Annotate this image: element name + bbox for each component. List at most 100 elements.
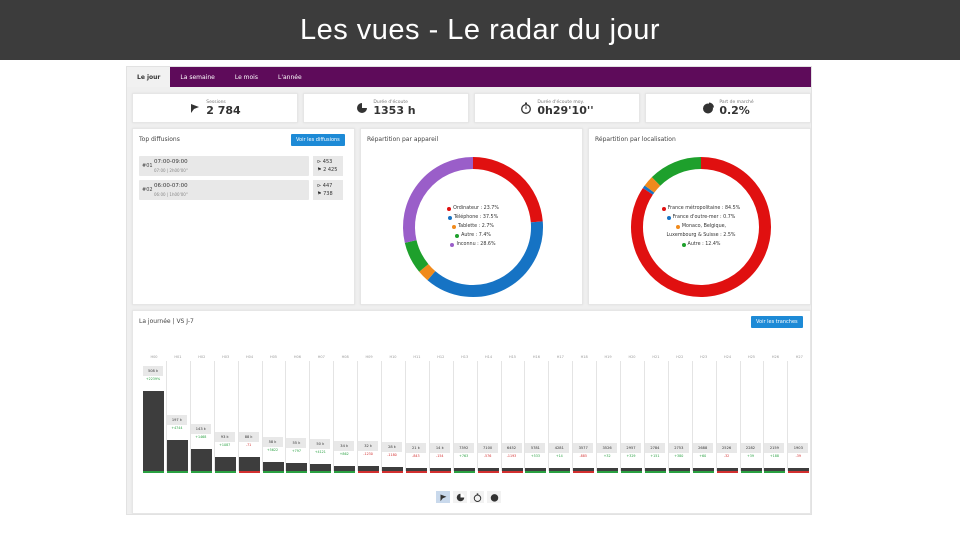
stopwatch-icon <box>473 492 481 502</box>
bar[interactable] <box>286 463 308 471</box>
views-count: ⊳ 447 <box>317 183 333 189</box>
top-diffusions-card: Top diffusions Voir les diffusions #01 0… <box>132 128 355 305</box>
delta-label: +188 <box>769 454 779 458</box>
list-item[interactable]: #01 07:00-09:00 07:00 | 2h00'00'' <box>139 156 309 176</box>
legend-item: Autre : 12.4% <box>641 240 761 249</box>
bar[interactable] <box>238 457 260 471</box>
bar-trend-indicator <box>692 471 714 473</box>
market-share-metric-button[interactable] <box>487 491 501 503</box>
voir-diffusions-button[interactable]: Voir les diffusions <box>291 134 345 146</box>
bar-trend-indicator <box>453 471 475 473</box>
legend-item: Monaco, Belgique, <box>641 222 761 231</box>
bar-trend-indicator <box>668 471 690 473</box>
bar[interactable] <box>190 448 212 471</box>
column-label: H24 <box>724 355 732 359</box>
tab-le-jour[interactable]: Le jour <box>127 67 171 87</box>
donut-segment <box>419 263 436 281</box>
column-label: H22 <box>676 355 684 359</box>
column-label: H01 <box>174 355 182 359</box>
value-label: 3526 <box>597 443 618 453</box>
column-label: H21 <box>652 355 660 359</box>
delta-label: +39 <box>747 454 754 458</box>
delta-label: -71 <box>245 443 252 448</box>
shares-count: ⚑ 2 425 <box>317 167 338 173</box>
value-label: 2688 <box>692 443 713 453</box>
rank: #02 <box>142 187 153 193</box>
column-separator <box>237 361 239 471</box>
value-label: 508 k <box>143 366 163 376</box>
location-card: Répartition par localisation France métr… <box>588 128 811 305</box>
tab-la-semaine[interactable]: La semaine <box>170 67 224 87</box>
duration-metric-button[interactable] <box>453 491 467 503</box>
value-label: 197 k <box>166 414 187 425</box>
delta-label: +2239% <box>145 377 161 381</box>
column-label: H05 <box>269 355 278 359</box>
value-label: 2784 <box>644 443 665 453</box>
bar-trend-indicator <box>310 471 332 473</box>
stat-part-marche: Part de marché 0.2% <box>645 93 811 123</box>
card-title: Répartition par localisation <box>595 136 676 143</box>
stat-duree-moyenne: Durée d'écoute moy. 0h29'10'' <box>474 93 640 123</box>
delta-label: -843 <box>412 453 420 458</box>
share-icon <box>191 104 200 113</box>
delta-label: +151 <box>650 454 660 458</box>
bar-trend-indicator <box>573 471 595 473</box>
bar[interactable] <box>214 456 236 471</box>
legend-dot <box>447 206 452 211</box>
stat-value: 2 784 <box>206 103 241 117</box>
period-tabs: Le jour La semaine Le mois L'année <box>127 67 811 87</box>
voir-tranches-button[interactable]: Voir les tranches <box>751 316 803 328</box>
value-label: 5781 <box>525 443 546 453</box>
column-label: H11 <box>413 355 421 359</box>
bar-trend-indicator <box>334 471 356 473</box>
app-window: Le jour La semaine Le mois L'année Sessi… <box>126 66 812 515</box>
legend-dot <box>452 224 456 229</box>
bar-trend-indicator <box>405 471 427 473</box>
delta-label: +797 <box>291 449 301 453</box>
views-count: ⊳ 453 <box>317 159 333 165</box>
time: 07:00-09:00 <box>154 159 188 165</box>
tab-l-annee[interactable]: L'année <box>268 67 312 87</box>
bar[interactable] <box>262 462 284 471</box>
column-label: H17 <box>556 355 564 359</box>
column-label: H18 <box>580 355 588 359</box>
delta-label: -576 <box>483 454 492 458</box>
row-stats: ⊳ 447 ⚑ 738 <box>313 180 343 200</box>
tab-le-mois[interactable]: Le mois <box>225 67 268 87</box>
shares-count: ⚑ 738 <box>317 191 333 197</box>
value-label: 28 k <box>382 442 402 452</box>
bar[interactable] <box>143 391 164 471</box>
bar-trend-indicator <box>286 471 308 473</box>
value-label: 55 k <box>286 438 307 448</box>
share-icon <box>440 494 446 501</box>
pie-icon <box>456 492 465 501</box>
delta-label: +4744 <box>171 425 183 430</box>
bar-trend-indicator <box>382 471 403 473</box>
value-label: 1903 <box>788 443 809 453</box>
bar[interactable] <box>166 439 188 471</box>
value-label: 2526 <box>716 443 737 453</box>
list-item[interactable]: #02 06:00-07:00 06:00 | 1h00'00'' <box>139 180 309 200</box>
value-label: 7100 <box>477 443 498 453</box>
stat-value: 0.2% <box>719 103 750 117</box>
location-legend: France métropolitaine : 84.5% France d'o… <box>641 204 761 249</box>
column-label: H09 <box>365 355 373 359</box>
legend-dot <box>666 215 671 220</box>
stat-duree-ecoute: Durée d'écoute 1353 h <box>303 93 469 123</box>
bar[interactable] <box>310 463 332 471</box>
column-label: H08 <box>341 355 349 359</box>
legend-item: Tablette : 2.7% <box>423 222 523 231</box>
column-label: H19 <box>604 355 612 359</box>
dashboard-body: Sessions 2 784 Durée d'écoute 1353 h Durée… <box>127 87 811 514</box>
column-label: H07 <box>317 355 325 359</box>
card-title: Top diffusions <box>139 136 180 143</box>
column-separator <box>309 361 311 471</box>
bar-trend-indicator <box>644 471 666 473</box>
share-metric-button[interactable] <box>436 491 450 503</box>
stopwatch-icon <box>521 102 532 114</box>
column-separator <box>261 361 263 471</box>
avg-duration-metric-button[interactable] <box>470 491 484 503</box>
delta-label: +60 <box>699 454 707 458</box>
column-label: H13 <box>461 355 469 359</box>
legend-dot <box>681 242 686 247</box>
